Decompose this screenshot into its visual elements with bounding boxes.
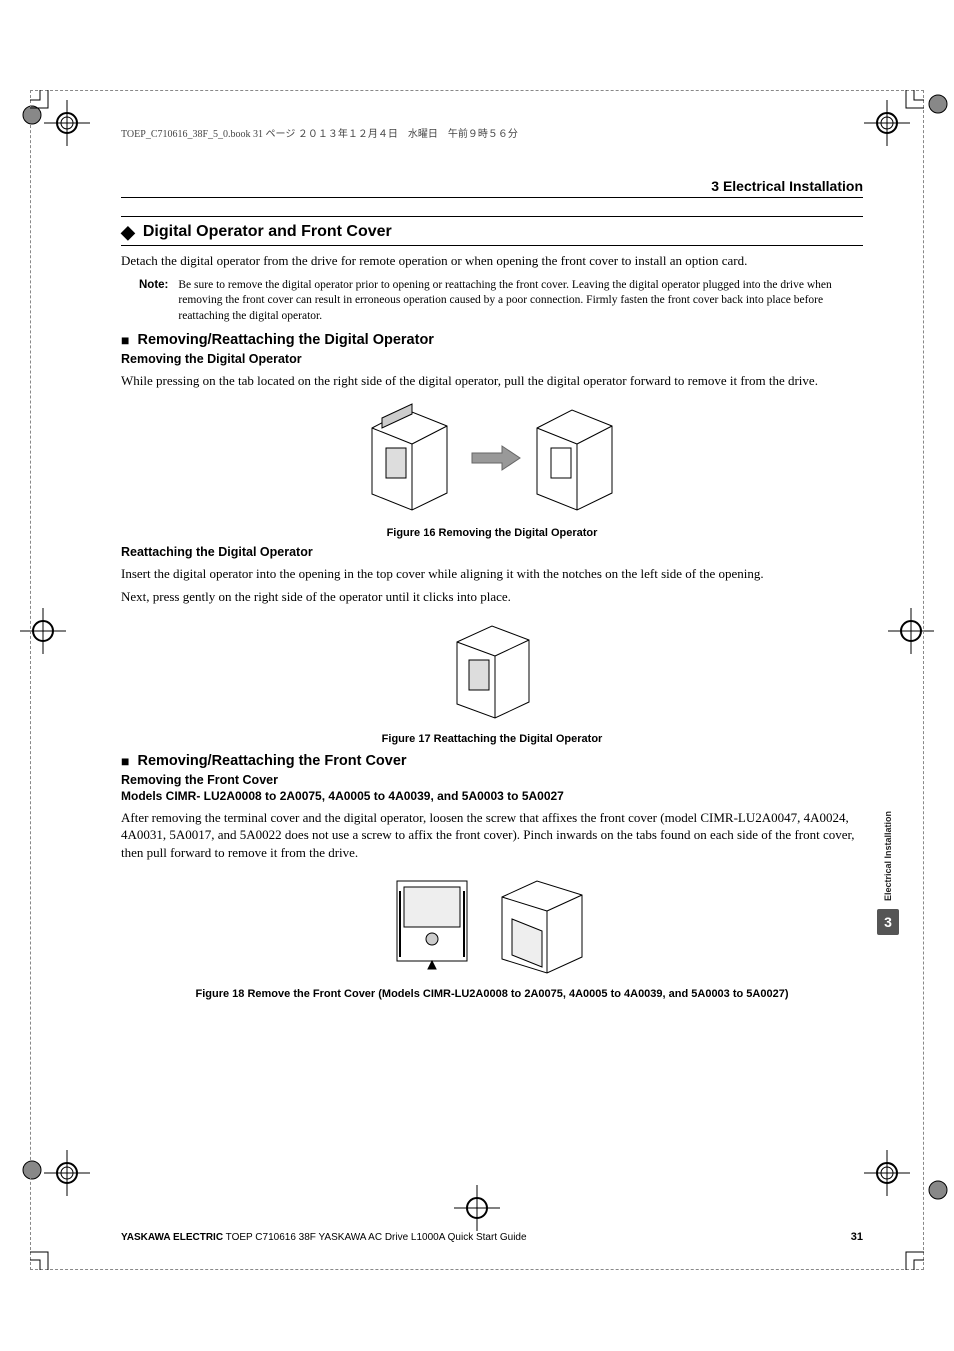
crop-mark-icon [30,90,76,136]
heading-removing-reattaching-front-cover: ■ Removing/Reattaching the Front Cover [121,753,863,769]
heading-removing-front-cover: Removing the Front Cover [121,773,863,787]
para-front-cover: After removing the terminal cover and th… [121,809,863,862]
color-swatch-icon [928,1180,948,1205]
color-swatch-icon [928,94,948,119]
footer-doc-title: TOEP C710616 38F YASKAWA AC Drive L1000A… [223,1232,527,1243]
side-tab-label: Electrical Installation [883,811,893,901]
section-header: 3 Electrical Installation [121,178,863,198]
book-source-line: TOEP_C710616_38F_5_0.book 31 ページ ２０１３年１２… [121,125,863,140]
side-tab-number: 3 [877,909,899,935]
figure-16 [121,398,863,523]
footer-brand: YASKAWA ELECTRIC [121,1232,223,1243]
heading-reattaching-operator: Reattaching the Digital Operator [121,545,863,559]
heading-removing-operator: Removing the Digital Operator [121,352,863,366]
page-number: 31 [851,1231,863,1243]
heading-text: Removing/Reattaching the Front Cover [137,753,406,769]
square-bullet-icon: ■ [121,333,129,347]
figure-17 [121,614,863,729]
para-reattach-2: Next, press gently on the right side of … [121,588,863,606]
page-footer: YASKAWA ELECTRIC TOEP C710616 38F YASKAW… [121,1231,863,1243]
figure-18-caption: Figure 18 Remove the Front Cover (Models… [121,988,863,1000]
para-reattach-1: Insert the digital operator into the ope… [121,565,863,583]
square-bullet-icon: ■ [121,754,129,768]
heading-models: Models CIMR- LU2A0008 to 2A0075, 4A0005 … [121,789,863,803]
heading-removing-reattaching-operator: ■ Removing/Reattaching the Digital Opera… [121,332,863,348]
intro-paragraph: Detach the digital operator from the dri… [121,252,863,270]
horizontal-rule [121,245,863,246]
figure-17-caption: Figure 17 Reattaching the Digital Operat… [121,733,863,745]
diamond-bullet-icon: ◆ [121,223,135,241]
heading-digital-operator: ◆ Digital Operator and Front Cover [121,223,863,241]
figure-16-caption: Figure 16 Removing the Digital Operator [121,527,863,539]
heading-text: Digital Operator and Front Cover [143,223,392,241]
side-chapter-tab: Electrical Installation 3 [877,811,899,1011]
crop-mark-icon [878,1224,924,1270]
note-body: Be sure to remove the digital operator p… [178,278,863,325]
crop-mark-icon [30,1224,76,1270]
note-label: Note: [139,278,168,325]
heading-text: Removing/Reattaching the Digital Operato… [137,332,434,348]
para-removing-operator: While pressing on the tab located on the… [121,372,863,390]
note-block: Note: Be sure to remove the digital oper… [139,278,863,325]
horizontal-rule [121,216,863,217]
crop-mark-icon [878,90,924,136]
figure-18 [121,869,863,984]
